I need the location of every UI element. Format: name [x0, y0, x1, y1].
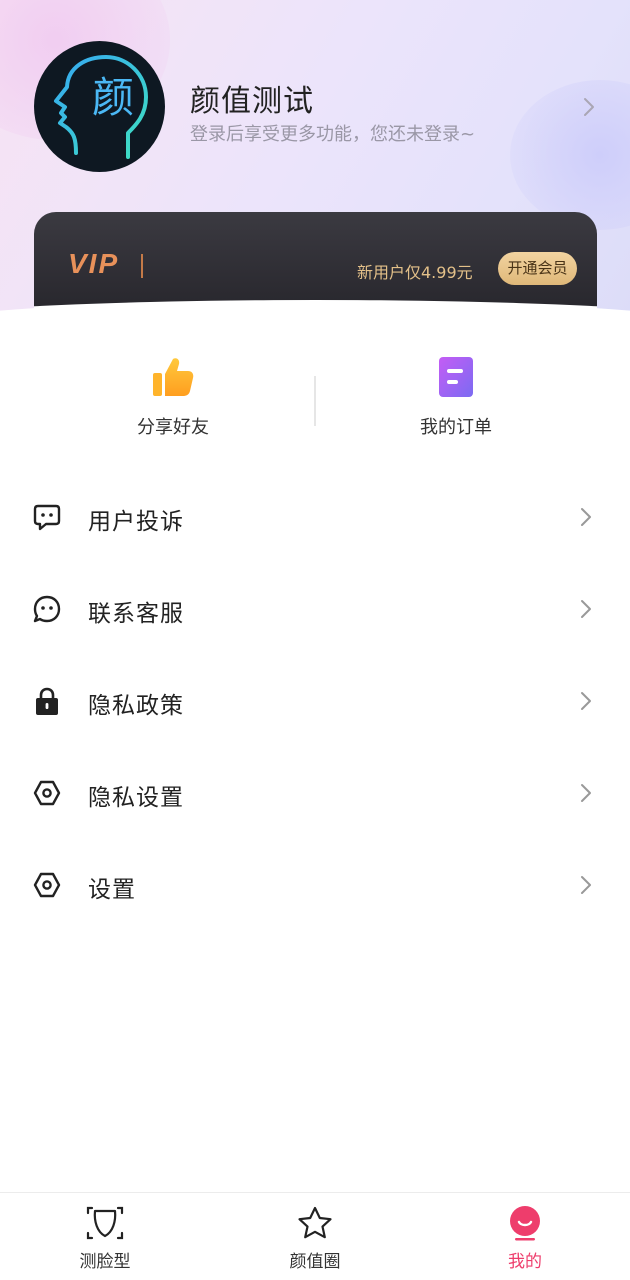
vip-promo-text: 新用户仅4.99元: [357, 263, 473, 282]
bottom-tab-bar: 测脸型 颜值圈 我的: [0, 1192, 630, 1280]
order-icon: [439, 357, 473, 397]
menu-label: 隐私政策: [88, 693, 184, 719]
tab-face-shape[interactable]: 测脸型: [45, 1205, 165, 1272]
smile-profile-icon: [510, 1206, 540, 1241]
hex-settings-icon: [33, 780, 61, 806]
app-title[interactable]: 颜值测试: [190, 76, 314, 120]
hex-settings-icon: [33, 872, 61, 898]
tab-label: 测脸型: [79, 1252, 131, 1272]
my-orders-button[interactable]: 我的订单: [356, 355, 556, 439]
tab-label: 我的: [508, 1252, 542, 1272]
menu-item-privacy-settings[interactable]: 隐私设置: [0, 748, 630, 840]
chevron-right-icon[interactable]: [580, 96, 598, 118]
tab-label: 颜值圈: [289, 1252, 341, 1272]
face-scan-icon: [86, 1206, 124, 1240]
login-hint[interactable]: 登录后享受更多功能，您还未登录~: [190, 120, 475, 146]
open-membership-button[interactable]: 开通会员: [498, 252, 577, 285]
avatar-character: 颜: [92, 73, 135, 122]
my-orders-label: 我的订单: [420, 417, 492, 438]
tab-beauty-circle[interactable]: 颜值圈: [255, 1205, 375, 1272]
lock-icon: [36, 687, 58, 715]
share-friends-label: 分享好友: [137, 417, 209, 438]
chevron-right-icon: [581, 508, 591, 526]
tab-mine[interactable]: 我的: [465, 1205, 585, 1272]
avatar[interactable]: 颜: [34, 41, 165, 172]
vip-logo: VIP: [68, 248, 120, 279]
chevron-right-icon: [581, 600, 591, 618]
vip-card-curve: [34, 300, 597, 326]
menu-item-complaint[interactable]: 用户投诉: [0, 472, 630, 564]
vip-divider: [141, 254, 143, 278]
settings-menu: 用户投诉 联系客服 隐私政策 隐私设置 设置: [0, 472, 630, 932]
menu-item-privacy-policy[interactable]: 隐私政策: [0, 656, 630, 748]
chevron-right-icon: [581, 876, 591, 894]
menu-label: 用户投诉: [88, 509, 184, 535]
menu-item-settings[interactable]: 设置: [0, 840, 630, 932]
customer-service-icon: [33, 595, 61, 623]
chevron-right-icon: [581, 784, 591, 802]
share-friends-button[interactable]: 分享好友: [73, 355, 273, 439]
chevron-right-icon: [581, 692, 591, 710]
star-icon: [298, 1206, 332, 1239]
quick-divider: [314, 376, 316, 426]
thumbs-up-icon: [153, 358, 194, 396]
chat-bubble-icon: [33, 504, 61, 531]
header-decoration: [510, 80, 630, 230]
menu-label: 联系客服: [88, 601, 184, 627]
menu-label: 设置: [88, 877, 136, 903]
menu-label: 隐私设置: [88, 785, 184, 811]
vip-card[interactable]: VIP 新用户仅4.99元 开通会员: [34, 212, 597, 326]
menu-item-customer-service[interactable]: 联系客服: [0, 564, 630, 656]
